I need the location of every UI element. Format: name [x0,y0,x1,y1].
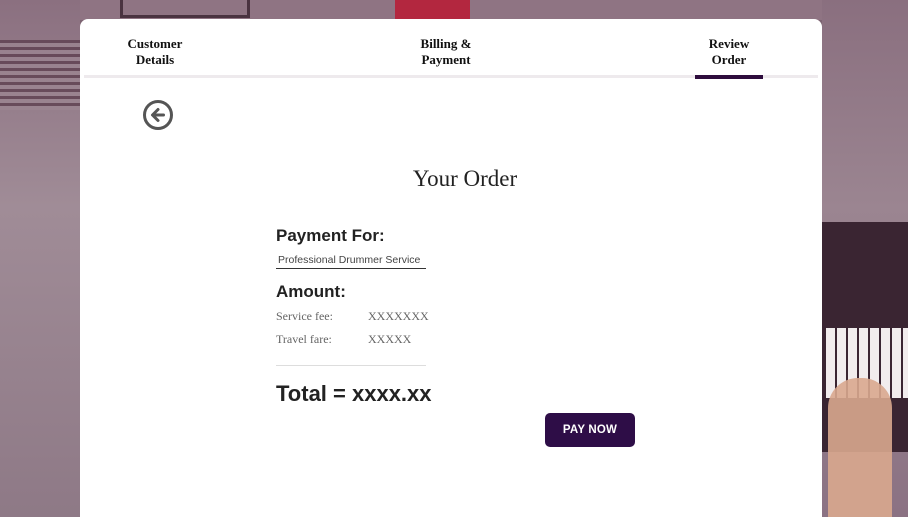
divider [276,365,426,366]
travel-fare-row: Travel fare: XXXXX [276,332,436,347]
active-step-indicator [695,75,763,79]
checkout-steps: Customer Details Billing & Payment Revie… [84,19,818,79]
arrow-left-circle-icon [143,100,173,130]
payment-for-field[interactable] [276,251,426,269]
checkout-card: Customer Details Billing & Payment Revie… [80,19,822,517]
step-label-line1: Billing & [420,36,472,51]
service-fee-value: XXXXXXX [368,309,429,323]
step-label-line2: Payment [421,52,471,67]
back-button[interactable] [142,99,174,131]
pay-now-button[interactable]: PAY NOW [545,413,635,447]
payment-for-label: Payment For: [276,226,385,245]
background-red-shape [395,0,470,20]
travel-fare-label: Travel fare: [276,332,332,346]
amount-label: Amount: [276,282,346,301]
service-fee-label: Service fee: [276,309,333,323]
order-total: Total = xxxx.xx [276,381,432,406]
step-customer-details[interactable]: Customer Details [117,36,193,68]
background-stripes [0,40,80,110]
step-label-line1: Review [708,36,750,51]
step-label-line2: Order [711,52,747,67]
travel-fare-value: XXXXX [368,332,412,346]
page-title: Your Order [412,166,518,191]
step-review-order[interactable]: Review Order [696,36,762,68]
step-billing-payment[interactable]: Billing & Payment [400,36,492,68]
background-hand [828,378,892,517]
background-frame [120,0,250,18]
service-fee-row: Service fee: XXXXXXX [276,309,436,324]
step-label-line2: Details [135,52,175,67]
step-label-line1: Customer [127,36,183,51]
